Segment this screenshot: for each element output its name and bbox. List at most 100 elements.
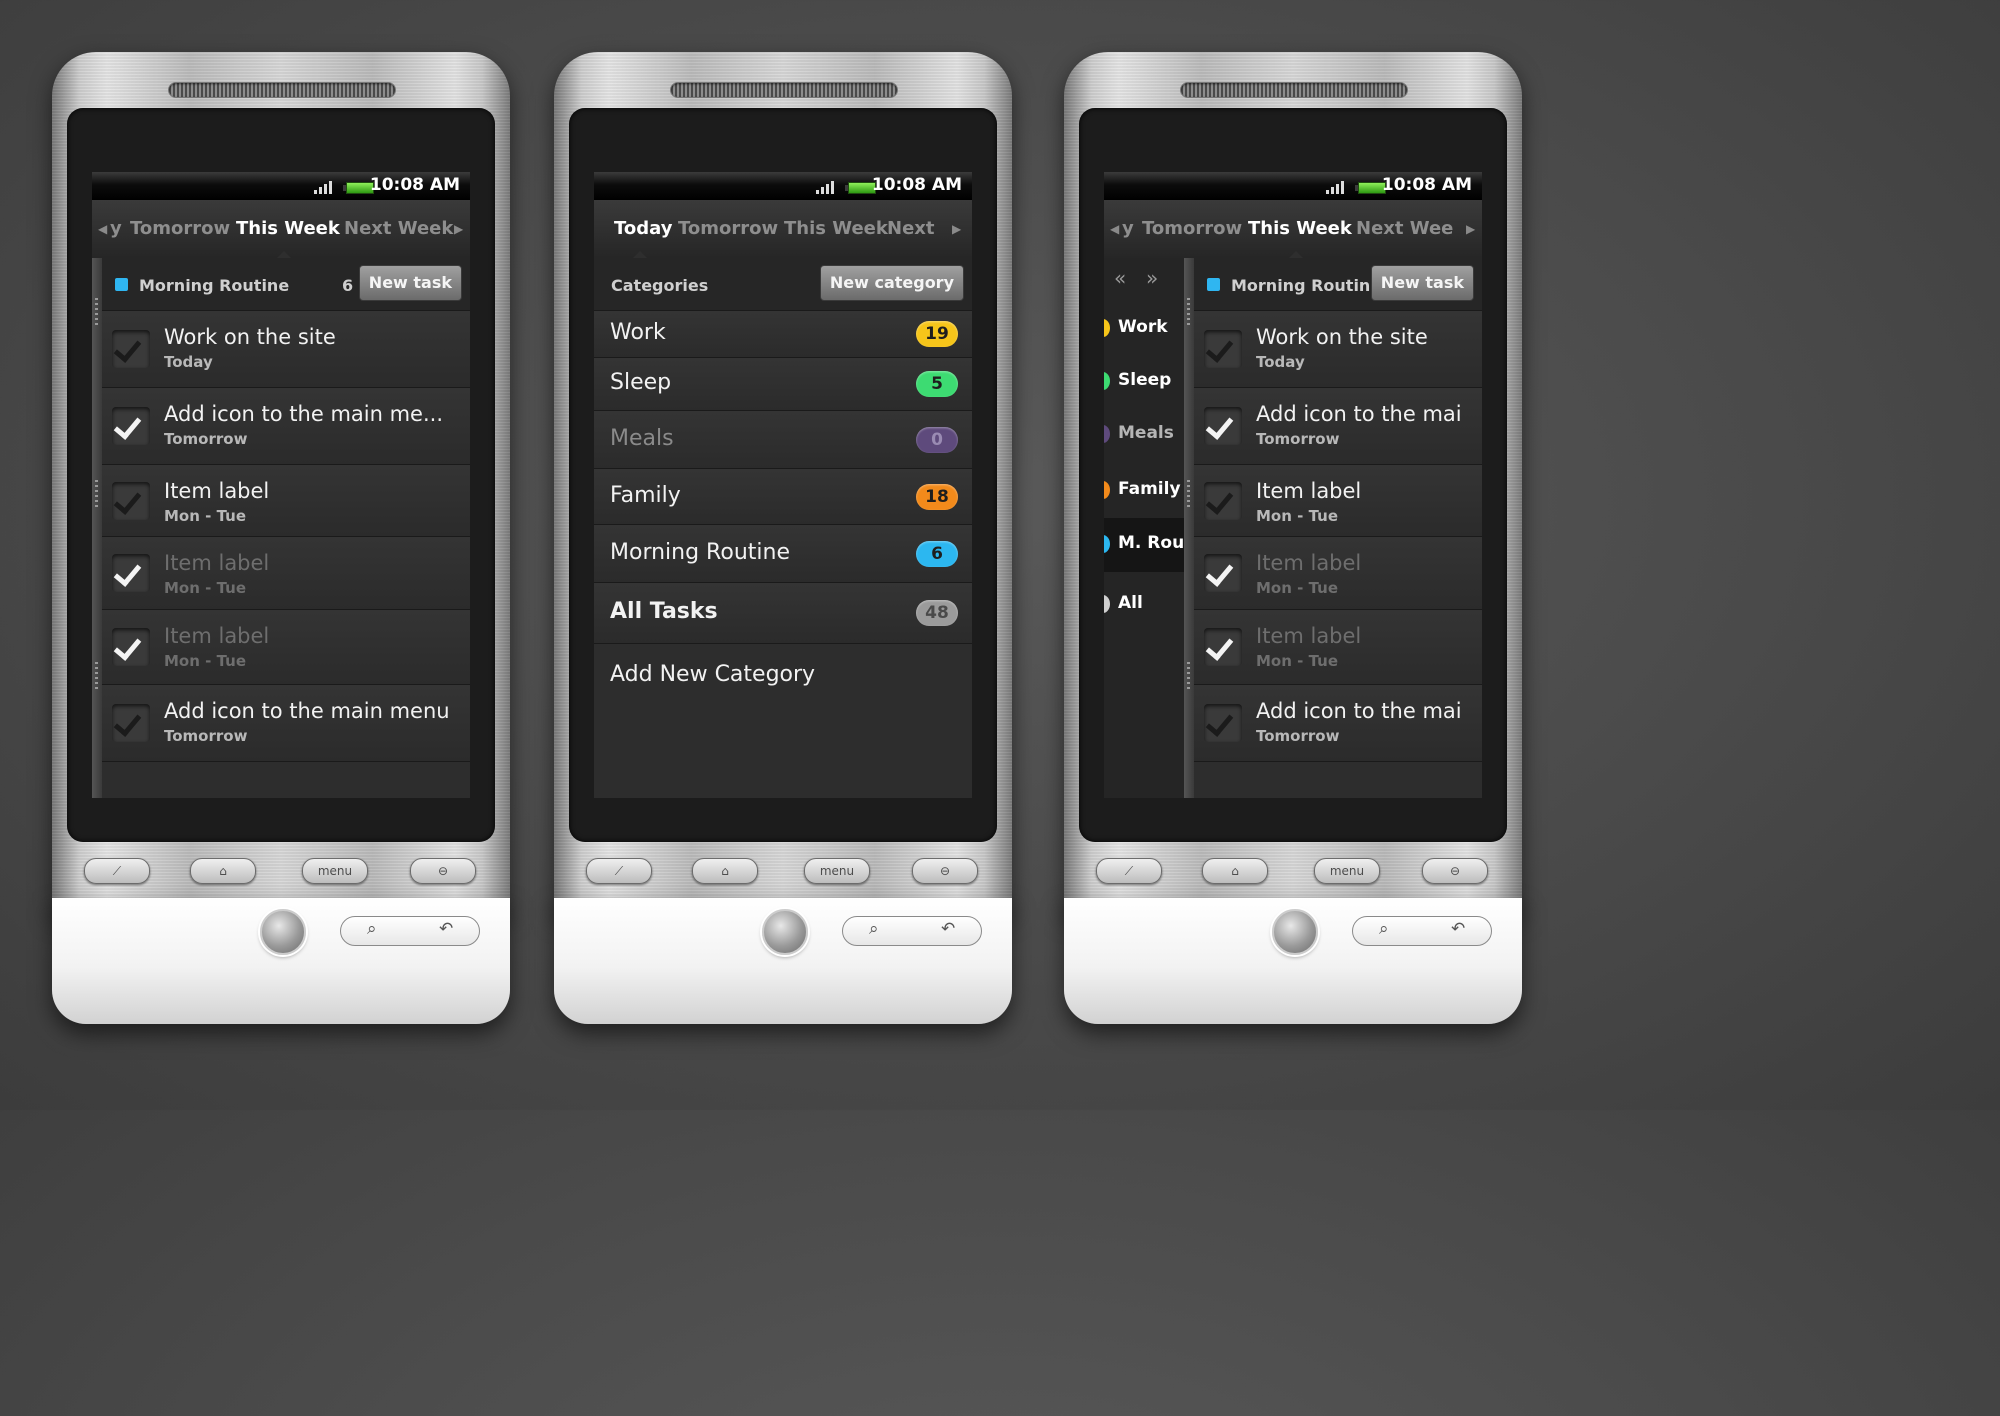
task-row[interactable]: Add icon to the main menu Tomorrow bbox=[102, 685, 470, 762]
home-button[interactable]: ⌂ bbox=[190, 858, 256, 884]
all-tasks-row[interactable]: All Tasks 48 bbox=[594, 583, 972, 644]
call-button[interactable]: ⟋ bbox=[1096, 858, 1162, 884]
tab-tomorrow[interactable]: Tomorrow bbox=[1142, 218, 1242, 239]
task-checkbox[interactable] bbox=[1204, 407, 1242, 445]
end-call-button[interactable]: ⊖ bbox=[410, 858, 476, 884]
task-checkbox[interactable] bbox=[112, 554, 150, 592]
task-checkbox[interactable] bbox=[1204, 330, 1242, 368]
task-row[interactable]: Item label Mon - Tue bbox=[102, 537, 470, 610]
task-checkbox[interactable] bbox=[112, 407, 150, 445]
menu-button[interactable]: menu bbox=[302, 858, 368, 884]
tab-next-week[interactable]: Next Week bbox=[344, 218, 453, 239]
category-header: Morning Routine 6 New task bbox=[102, 258, 470, 311]
tab-tomorrow[interactable]: Tomorrow bbox=[678, 218, 778, 239]
task-checkbox[interactable] bbox=[112, 704, 150, 742]
back-icon[interactable]: ↶ bbox=[941, 919, 955, 939]
task-row[interactable]: Work on the site Today bbox=[102, 311, 470, 388]
task-row[interactable]: Work on the site Today bbox=[1194, 311, 1482, 388]
categories-panel: Categories New category Work 19 Sleep 5 Meal… bbox=[594, 258, 972, 798]
sidebar-category-label: Sleep bbox=[1118, 370, 1172, 390]
end-call-button[interactable]: ⊖ bbox=[1422, 858, 1488, 884]
task-row[interactable]: Item label Mon - Tue bbox=[1194, 465, 1482, 537]
hardware-buttons: ⟋ ⌂ menu ⊖ bbox=[1064, 852, 1522, 894]
expand-right-icon[interactable]: » bbox=[1146, 266, 1158, 290]
tab-right-arrow-icon[interactable]: ▶ bbox=[1466, 222, 1475, 236]
checkmark-icon bbox=[1205, 708, 1234, 737]
home-button[interactable]: ⌂ bbox=[1202, 858, 1268, 884]
task-checkbox[interactable] bbox=[1204, 704, 1242, 742]
task-row[interactable]: Item label Mon - Tue bbox=[1194, 537, 1482, 610]
tab-right-arrow-icon[interactable]: ▶ bbox=[952, 222, 961, 236]
sidebar-category[interactable]: All bbox=[1104, 578, 1184, 632]
categories-title: Categories bbox=[611, 276, 709, 295]
sidebar-category[interactable]: Family bbox=[1104, 464, 1184, 518]
sidebar-category-label: Work bbox=[1118, 317, 1168, 337]
task-title: Item label bbox=[164, 624, 270, 648]
task-row[interactable]: Item label Mon - Tue bbox=[1194, 610, 1482, 685]
task-checkbox[interactable] bbox=[112, 330, 150, 368]
new-category-button[interactable]: New category bbox=[819, 265, 964, 301]
new-task-button[interactable]: New task bbox=[1370, 265, 1474, 301]
tab-yesterday[interactable]: y bbox=[1122, 218, 1134, 239]
sidebar-category-label: Family bbox=[1118, 479, 1181, 499]
menu-button[interactable]: menu bbox=[1314, 858, 1380, 884]
sidebar-category[interactable]: Meals bbox=[1104, 408, 1184, 462]
trackball[interactable] bbox=[762, 909, 808, 955]
category-row[interactable]: Sleep 5 bbox=[594, 358, 972, 411]
tab-today[interactable]: Today bbox=[614, 218, 672, 239]
task-checkbox[interactable] bbox=[1204, 628, 1242, 666]
task-due: Tomorrow bbox=[164, 430, 248, 448]
sidebar-category[interactable]: Work bbox=[1104, 302, 1184, 356]
collapse-left-icon[interactable]: « bbox=[1114, 266, 1126, 290]
tab-next-week[interactable]: Next Wee bbox=[1356, 218, 1453, 239]
tab-this-week[interactable]: This Week bbox=[236, 218, 340, 239]
category-row[interactable]: Morning Routine 6 bbox=[594, 525, 972, 583]
search-icon[interactable]: ⌕ bbox=[367, 919, 377, 939]
category-row[interactable]: Family 18 bbox=[594, 469, 972, 525]
trackball[interactable] bbox=[1272, 909, 1318, 955]
task-row[interactable]: Item label Mon - Tue bbox=[102, 610, 470, 685]
task-checkbox[interactable] bbox=[1204, 554, 1242, 592]
task-row[interactable]: Add icon to the mai Tomorrow bbox=[1194, 685, 1482, 762]
tab-left-arrow-icon[interactable]: ◀ bbox=[1110, 222, 1119, 236]
signal-icon bbox=[1326, 190, 1329, 194]
tab-this-week[interactable]: This Week bbox=[1248, 218, 1352, 239]
new-task-button[interactable]: New task bbox=[358, 265, 462, 301]
phone-body: 10:08 AM ◀ y Tomorrow This Week Next Wee… bbox=[52, 52, 510, 912]
category-sidebar: « » Work Sleep Meals Family M. Rou All bbox=[1104, 258, 1184, 798]
tab-tomorrow[interactable]: Tomorrow bbox=[130, 218, 230, 239]
tab-left-arrow-icon[interactable]: ◀ bbox=[98, 222, 107, 236]
checkmark-icon bbox=[1205, 632, 1234, 661]
back-icon[interactable]: ↶ bbox=[439, 919, 453, 939]
menu-button[interactable]: menu bbox=[804, 858, 870, 884]
task-checkbox[interactable] bbox=[112, 628, 150, 666]
tab-next[interactable]: Next bbox=[887, 218, 935, 239]
tab-this-week[interactable]: This Week bbox=[784, 218, 888, 239]
speaker-grille bbox=[670, 82, 898, 98]
search-icon[interactable]: ⌕ bbox=[869, 919, 879, 939]
add-new-category-row[interactable]: Add New Category bbox=[594, 644, 972, 708]
drag-handle[interactable] bbox=[95, 298, 98, 326]
trackball[interactable] bbox=[260, 909, 306, 955]
call-button[interactable]: ⟋ bbox=[586, 858, 652, 884]
tab-yesterday[interactable]: y bbox=[110, 218, 122, 239]
sidebar-category[interactable]: M. Rou bbox=[1104, 518, 1184, 572]
task-row[interactable]: Item label Mon - Tue bbox=[102, 465, 470, 537]
call-button[interactable]: ⟋ bbox=[84, 858, 150, 884]
tab-right-arrow-icon[interactable]: ▶ bbox=[454, 222, 463, 236]
task-checkbox[interactable] bbox=[112, 482, 150, 520]
category-count-badge: 0 bbox=[916, 427, 958, 453]
category-row[interactable]: Meals 0 bbox=[594, 411, 972, 469]
panel-edge bbox=[92, 258, 102, 798]
task-row[interactable]: Add icon to the mai Tomorrow bbox=[1194, 388, 1482, 465]
task-due: Mon - Tue bbox=[1256, 507, 1339, 525]
back-icon[interactable]: ↶ bbox=[1451, 919, 1465, 939]
task-checkbox[interactable] bbox=[1204, 482, 1242, 520]
search-icon[interactable]: ⌕ bbox=[1379, 919, 1389, 939]
end-call-button[interactable]: ⊖ bbox=[912, 858, 978, 884]
home-button[interactable]: ⌂ bbox=[692, 858, 758, 884]
category-row[interactable]: Work 19 bbox=[594, 311, 972, 358]
sidebar-category[interactable]: Sleep bbox=[1104, 355, 1184, 409]
drag-handle[interactable] bbox=[1187, 298, 1190, 326]
task-row[interactable]: Add icon to the main me... Tomorrow bbox=[102, 388, 470, 465]
